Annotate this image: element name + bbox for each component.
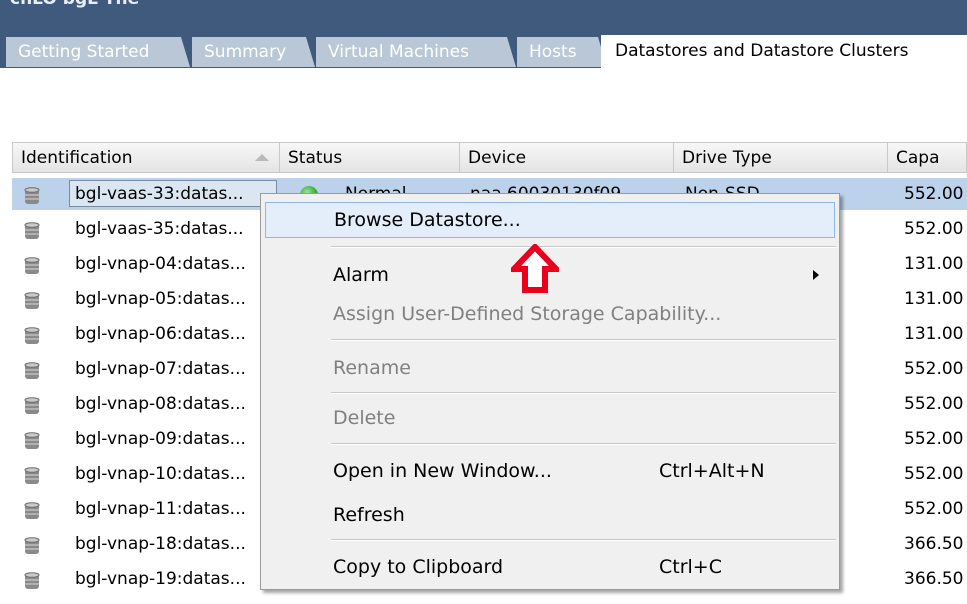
menu-item-shortcut: Ctrl+Alt+N (659, 460, 765, 482)
menu-item-label: Assign User-Defined Storage Capability..… (333, 303, 722, 325)
menu-item-label: Copy to Clipboard (333, 556, 504, 578)
capacity-cell: 366.50 (904, 534, 964, 554)
identification-cell: bgl-vnap-11:datas... (75, 499, 246, 519)
datastore-icon (24, 290, 40, 309)
menu-item-label: Delete (333, 407, 396, 429)
datastore-icon (24, 570, 40, 589)
identification-cell: bgl-vnap-09:datas... (75, 429, 246, 449)
capacity-cell: 552.00 (904, 464, 964, 484)
datastore-icon (24, 185, 40, 204)
capacity-cell: 552.00 (904, 499, 964, 519)
capacity-cell: 131.00 (904, 254, 964, 274)
capacity-cell: 552.00 (904, 184, 964, 204)
column-capacity[interactable]: Capa (888, 142, 967, 173)
capacity-cell: 366.50 (904, 569, 964, 589)
menu-separator (331, 339, 836, 341)
column-label: Identification (21, 148, 133, 168)
datastore-icon (24, 500, 40, 519)
sort-ascending-icon (255, 154, 269, 161)
menu-separator (331, 539, 836, 541)
menu-item-rename: Rename (265, 350, 835, 386)
column-identification[interactable]: Identification (12, 142, 280, 173)
menu-item-refresh[interactable]: Refresh (265, 497, 835, 533)
datastore-icon (24, 220, 40, 239)
identification-cell: bgl-vnap-19:datas... (75, 569, 246, 589)
identification-cell: bgl-vnap-07:datas... (75, 359, 246, 379)
menu-item-copy-to-clipboard[interactable]: Copy to Clipboard Ctrl+C (265, 549, 835, 585)
column-drive-type[interactable]: Drive Type (674, 142, 888, 173)
menu-item-label: Browse Datastore... (334, 209, 521, 231)
datastore-icon (24, 255, 40, 274)
column-device[interactable]: Device (460, 142, 674, 173)
identification-cell: bgl-vnap-10:datas... (75, 464, 246, 484)
menu-item-browse-datastore[interactable]: Browse Datastore... (265, 202, 835, 238)
identification-cell: bgl-vnap-05:datas... (75, 289, 246, 309)
up-arrow-icon (511, 244, 559, 293)
datastore-icon (24, 535, 40, 554)
tab-getting-started[interactable]: Getting Started (6, 37, 190, 67)
capacity-cell: 552.00 (904, 394, 964, 414)
column-status[interactable]: Status (280, 142, 460, 173)
datastore-icon (24, 325, 40, 344)
menu-item-delete: Delete (265, 400, 835, 436)
datastore-icon (24, 360, 40, 379)
menu-separator (331, 246, 836, 248)
menu-item-label: Refresh (333, 504, 405, 526)
identification-cell: bgl-vnap-18:datas... (75, 534, 246, 554)
identification-cell: bgl-vaas-33:datas... (75, 184, 244, 204)
menu-item-assign-storage-capability: Assign User-Defined Storage Capability..… (265, 296, 835, 332)
identification-cell: bgl-vnap-06:datas... (75, 324, 246, 344)
identification-cell: bgl-vnap-08:datas... (75, 394, 246, 414)
datastore-icon (24, 430, 40, 449)
tab-hosts[interactable]: Hosts (517, 37, 607, 67)
datastore-icon (24, 465, 40, 484)
menu-item-label: Open in New Window... (333, 460, 552, 482)
inventory-header: cnLO bgL The Getting Started Summary Vir… (0, 0, 967, 68)
menu-item-open-in-new-window[interactable]: Open in New Window... Ctrl+Alt+N (265, 453, 835, 489)
tab-datastores[interactable]: Datastores and Datastore Clusters (601, 35, 967, 68)
menu-item-label: Alarm (333, 264, 389, 286)
capacity-cell: 552.00 (904, 359, 964, 379)
identification-cell: bgl-vaas-35:datas... (75, 219, 244, 239)
tab-bar: Getting Started Summary Virtual Machines… (6, 35, 967, 68)
capacity-cell: 552.00 (904, 219, 964, 239)
capacity-cell: 552.00 (904, 429, 964, 449)
datastore-icon (24, 395, 40, 414)
menu-separator (331, 443, 836, 445)
menu-item-shortcut: Ctrl+C (659, 556, 722, 578)
menu-item-label: Rename (333, 357, 411, 379)
menu-separator (331, 392, 836, 394)
submenu-arrow-icon (813, 270, 819, 280)
capacity-cell: 131.00 (904, 324, 964, 344)
tab-virtual-machines[interactable]: Virtual Machines (316, 37, 516, 67)
capacity-cell: 131.00 (904, 289, 964, 309)
object-title: cnLO bgL The (10, 0, 139, 8)
identification-cell: bgl-vnap-04:datas... (75, 254, 246, 274)
tab-summary[interactable]: Summary (192, 37, 315, 67)
